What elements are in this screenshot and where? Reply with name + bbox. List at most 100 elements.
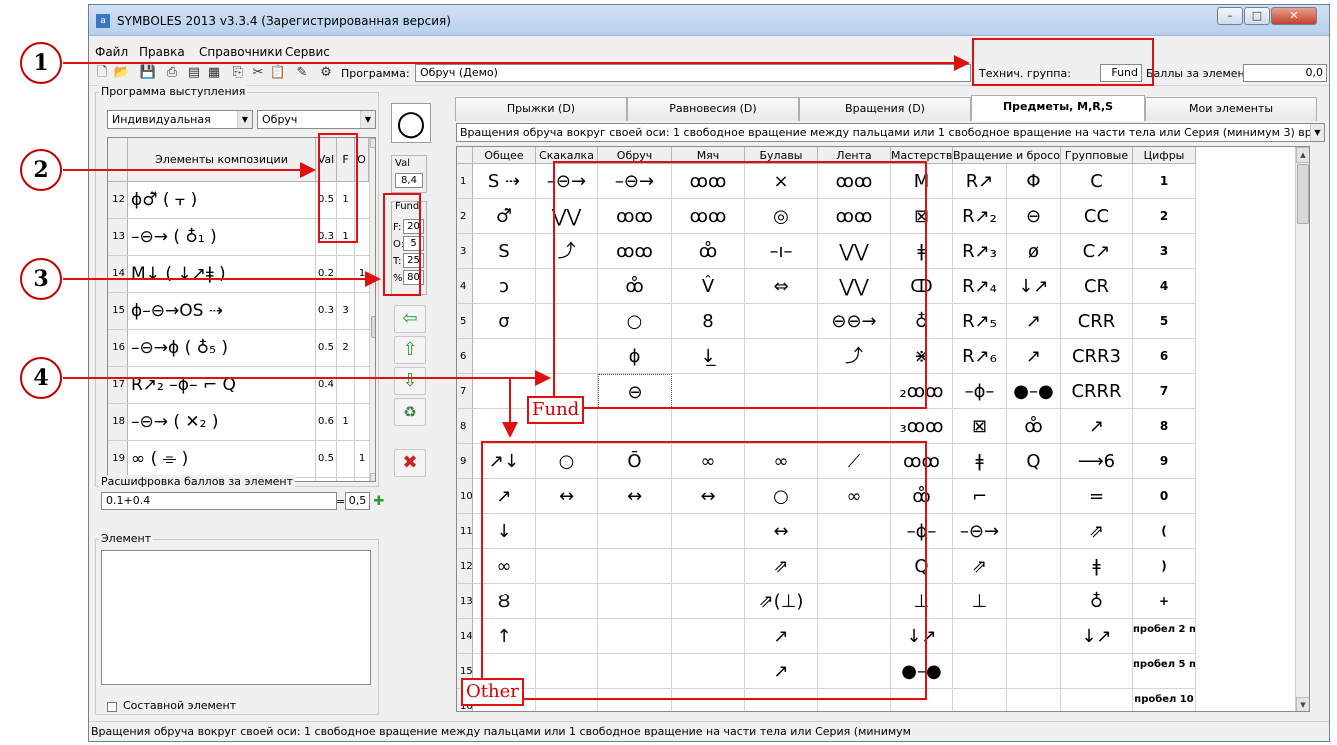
tab-balances[interactable]: Равновесия (D) xyxy=(627,97,799,121)
symbol-cell[interactable] xyxy=(1007,619,1061,654)
program-row[interactable]: 15 ɸ–⊖→OS ⇢ 0.3 3 xyxy=(108,293,375,330)
symbol-cell[interactable]: ♁ xyxy=(1061,584,1133,619)
symbol-cell[interactable] xyxy=(953,619,1007,654)
symbol-cell[interactable]: S xyxy=(473,234,536,269)
symbol-cell[interactable] xyxy=(745,409,818,444)
element-description-select[interactable]: Вращения обруча вокруг своей оси: 1 своб… xyxy=(456,123,1325,142)
symbol-cell[interactable]: ⊖ xyxy=(1007,199,1061,234)
symbol-cell[interactable]: –ɸ– xyxy=(953,374,1007,409)
symbol-cell[interactable]: C xyxy=(1061,164,1133,199)
symbol-cell[interactable] xyxy=(818,409,891,444)
symbol-cell[interactable]: 7 xyxy=(1133,374,1196,409)
copy-icon[interactable]: ⎘ xyxy=(229,64,247,82)
print-icon[interactable]: ⎙ xyxy=(163,64,181,82)
symbol-cell[interactable] xyxy=(1007,689,1061,711)
symbol-cell[interactable] xyxy=(953,654,1007,689)
symbol-cell[interactable]: 6 xyxy=(1133,339,1196,374)
symbol-cell[interactable]: ⊠ xyxy=(953,409,1007,444)
symbol-cell[interactable]: ⌐ xyxy=(953,479,1007,514)
symbol-cell[interactable]: σ xyxy=(473,304,536,339)
symbol-cell[interactable]: 5 xyxy=(1133,304,1196,339)
symbol-cell[interactable]: 4 xyxy=(1133,269,1196,304)
element-symbols[interactable]: –⊖→ ( ♁₁ ) xyxy=(128,219,316,255)
arrow-down-icon[interactable]: ⇩ xyxy=(394,367,426,395)
symbol-cell[interactable]: 0 xyxy=(1133,479,1196,514)
symbol-cell[interactable]: пробел 5 mm xyxy=(1133,654,1196,689)
col-header[interactable]: Групповые xyxy=(1061,147,1133,164)
symbol-cell[interactable]: ₃ꝏꝏ xyxy=(891,409,953,444)
points-field[interactable]: 0,0 xyxy=(1243,64,1327,82)
symbol-cell[interactable]: CRRR xyxy=(1061,374,1133,409)
symbol-cell[interactable]: ⟶6 xyxy=(1061,444,1133,479)
delete-icon[interactable]: ✖ xyxy=(394,449,426,477)
symbol-cell[interactable]: ↗ xyxy=(1061,409,1133,444)
symbol-cell[interactable]: 1 xyxy=(1133,164,1196,199)
symbol-cell[interactable]: –⊖→ xyxy=(953,514,1007,549)
menu-file[interactable]: Файл xyxy=(95,45,128,59)
new-file-icon[interactable]: 🗋 xyxy=(93,64,111,82)
apparatus-select[interactable]: Обруч ▼ xyxy=(257,110,376,129)
breakdown-formula[interactable]: 0.1+0.4 xyxy=(101,492,337,510)
symbol-cell[interactable]: S ⇢ xyxy=(473,164,536,199)
symbol-cell[interactable]: ↗ xyxy=(1007,304,1061,339)
program-field[interactable]: Обруч (Демо) xyxy=(415,64,971,82)
symbol-cell[interactable]: CRR3 xyxy=(1061,339,1133,374)
symbol-cell[interactable]: ●–● xyxy=(1007,374,1061,409)
symbol-cell[interactable]: ǂ xyxy=(953,444,1007,479)
element-symbols[interactable]: M↓ ( ↓↗ǂ ) xyxy=(128,256,316,292)
menu-edit[interactable]: Правка xyxy=(139,45,185,59)
symbol-cell[interactable]: пробел 10 xyxy=(1133,689,1196,711)
minimize-icon[interactable]: – xyxy=(1217,7,1243,25)
symbol-cell[interactable]: 9 xyxy=(1133,444,1196,479)
arrow-up-icon[interactable]: ⇧ xyxy=(394,336,426,364)
cut-icon[interactable]: ✂ xyxy=(249,64,267,82)
symbol-cell[interactable]: ⊥ xyxy=(953,584,1007,619)
tab-jumps[interactable]: Прыжки (D) xyxy=(455,97,627,121)
symbol-cell[interactable]: R↗₄ xyxy=(953,269,1007,304)
export-icon[interactable]: ▦ xyxy=(205,64,223,82)
element-symbols[interactable]: –⊖→ ( ✕₂ ) xyxy=(128,404,316,440)
close-icon[interactable]: ✕ xyxy=(1271,7,1317,25)
plus-icon[interactable]: ✚ xyxy=(370,493,388,511)
symbol-cell[interactable]: Φ xyxy=(1007,164,1061,199)
composite-checkbox[interactable] xyxy=(107,702,117,712)
symbol-cell[interactable]: R↗ xyxy=(953,164,1007,199)
symbol-cell[interactable] xyxy=(1007,654,1061,689)
symbol-cell[interactable]: ⇗ xyxy=(953,549,1007,584)
element-symbols[interactable]: ɸ♂̃ ( ⫟ ) xyxy=(128,182,316,218)
symbol-cell[interactable]: ( xyxy=(1133,514,1196,549)
symbol-cell[interactable]: ♂̃ xyxy=(473,199,536,234)
open-folder-icon[interactable]: 📂 xyxy=(113,64,131,82)
program-scrollbar[interactable] xyxy=(369,138,375,481)
symbol-cell[interactable] xyxy=(1007,549,1061,584)
edit-icon[interactable]: ✎ xyxy=(293,64,311,82)
symbol-cell[interactable] xyxy=(1061,654,1133,689)
symbol-cell[interactable]: + xyxy=(1133,584,1196,619)
recycle-icon[interactable]: ♻ xyxy=(394,398,426,426)
program-row[interactable]: 16 –⊖→ɸ ( ♁₅ ) 0.5 2 xyxy=(108,330,375,367)
element-symbols[interactable]: –⊖→ɸ ( ♁₅ ) xyxy=(128,330,316,366)
scroll-down-icon[interactable] xyxy=(370,473,375,481)
arrow-left-icon[interactable]: ⇦ xyxy=(394,305,426,333)
paste-icon[interactable]: 📋 xyxy=(269,64,287,82)
program-row[interactable]: 17 R↗₂ –ɸ– ⌐ Q 0.4 xyxy=(108,367,375,404)
symbol-cell[interactable]: ) xyxy=(1133,549,1196,584)
symbol-cell[interactable]: R↗₆ xyxy=(953,339,1007,374)
scroll-up-icon[interactable]: ▲ xyxy=(1296,147,1309,163)
symbol-cell[interactable]: CRR xyxy=(1061,304,1133,339)
symbol-cell[interactable] xyxy=(953,689,1007,711)
symbol-cell[interactable] xyxy=(1007,584,1061,619)
scroll-up-icon[interactable] xyxy=(370,138,375,148)
symbol-cell[interactable]: R↗₃ xyxy=(953,234,1007,269)
symbol-cell[interactable]: = xyxy=(1061,479,1133,514)
symbol-cell[interactable]: 3 xyxy=(1133,234,1196,269)
symbol-cell[interactable] xyxy=(1061,689,1133,711)
symbol-cell[interactable]: пробел 2 mm xyxy=(1133,619,1196,654)
properties-icon[interactable]: ⚙ xyxy=(317,64,335,82)
symbol-cell[interactable]: ⇗ xyxy=(1061,514,1133,549)
col-header[interactable]: Вращение и бросок (R) xyxy=(953,147,1061,164)
col-header[interactable]: Общее xyxy=(473,147,536,164)
element-symbols[interactable]: ∞ ( ⌯ ) xyxy=(128,441,316,477)
element-symbols[interactable]: ɸ–⊖→OS ⇢ xyxy=(128,293,316,329)
symbol-cell[interactable]: C↗ xyxy=(1061,234,1133,269)
